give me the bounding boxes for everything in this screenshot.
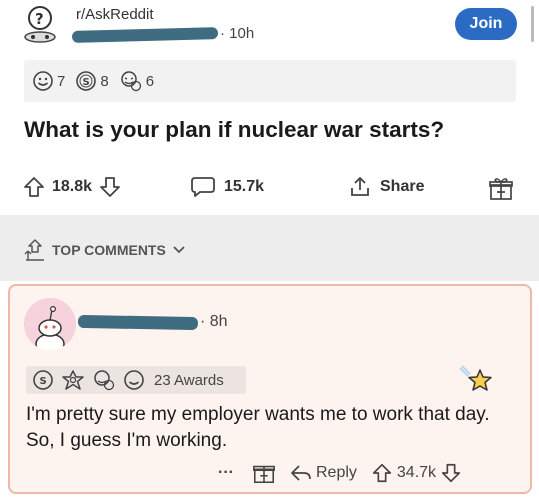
gift-icon <box>489 178 513 200</box>
share-label: Share <box>380 178 425 195</box>
give-award-button[interactable] <box>252 461 276 485</box>
comment-age: · 8h <box>200 313 228 330</box>
award-smile-icon <box>33 71 53 91</box>
sort-rocket-icon <box>24 239 44 261</box>
award-laugh-icon <box>94 370 115 391</box>
award-item[interactable]: S <box>32 369 57 391</box>
avatar[interactable] <box>24 298 76 350</box>
subreddit-name[interactable]: r/AskReddit <box>76 6 154 23</box>
commenter-redaction <box>77 314 199 331</box>
reply-button[interactable]: Reply <box>290 463 357 483</box>
sort-label: TOP COMMENTS <box>52 242 166 258</box>
share-button[interactable]: Share <box>348 175 424 199</box>
silver-award-icon: S <box>33 370 53 390</box>
comment-body: I'm pretty sure my employer wants me to … <box>26 404 490 451</box>
comment-sort-dropdown[interactable]: TOP COMMENTS <box>24 238 186 262</box>
comment-awards-bar[interactable]: S 23 Awards <box>26 366 246 394</box>
award-item[interactable]: S 8 <box>75 70 109 92</box>
star-award-icon[interactable] <box>458 364 494 403</box>
upvote-icon[interactable] <box>22 175 46 199</box>
snoo-avatar-icon <box>35 306 65 350</box>
award-laugh-icon <box>120 71 141 92</box>
comment-bubble-icon <box>191 177 215 197</box>
award-count: 8 <box>100 72 109 90</box>
reply-label: Reply <box>315 464 357 481</box>
comment-count: 15.7k <box>224 178 265 195</box>
upvote-icon[interactable] <box>371 462 393 484</box>
gift-icon <box>253 465 275 484</box>
post-title[interactable]: What is your plan if nuclear war starts? <box>24 117 444 143</box>
reply-arrow-icon <box>291 465 311 481</box>
more-options-button[interactable]: ··· <box>218 464 234 482</box>
silver-award-icon: S <box>76 71 97 91</box>
post-vote-controls: 18.8k <box>22 175 122 199</box>
award-smile-icon <box>124 370 144 390</box>
post-age: · 10h <box>220 25 255 42</box>
svg-text:S: S <box>83 77 90 88</box>
comments-button[interactable]: 15.7k <box>190 175 264 199</box>
award-item[interactable]: 7 <box>32 70 65 92</box>
join-button[interactable]: Join <box>455 8 517 40</box>
upvote-count: 18.8k <box>52 178 93 195</box>
award-item[interactable] <box>123 369 148 391</box>
comment-score: 34.7k <box>396 464 437 481</box>
svg-text:?: ? <box>35 10 44 28</box>
author-redaction <box>71 27 219 43</box>
scrollbar[interactable] <box>531 6 534 42</box>
svg-text:S: S <box>40 376 47 387</box>
share-icon <box>351 177 369 196</box>
subreddit-icon[interactable]: ? <box>22 4 64 44</box>
award-count: 7 <box>57 72 66 90</box>
award-item[interactable]: 6 <box>119 70 154 92</box>
award-item[interactable] <box>92 369 119 391</box>
chevron-down-icon <box>173 246 185 254</box>
gold-award-icon <box>62 370 84 390</box>
award-item[interactable] <box>61 369 88 391</box>
award-count: 6 <box>145 72 155 90</box>
downvote-icon[interactable] <box>440 462 462 484</box>
comment-actions: ··· Reply 34.7k <box>218 461 462 485</box>
downvote-icon[interactable] <box>98 175 122 199</box>
comment-vote-controls: 34.7k <box>371 462 462 484</box>
post-awards-bar[interactable]: 7 S 8 6 <box>24 60 516 102</box>
awards-count: 23 Awards <box>154 371 224 389</box>
award-gift-button[interactable] <box>488 176 514 207</box>
